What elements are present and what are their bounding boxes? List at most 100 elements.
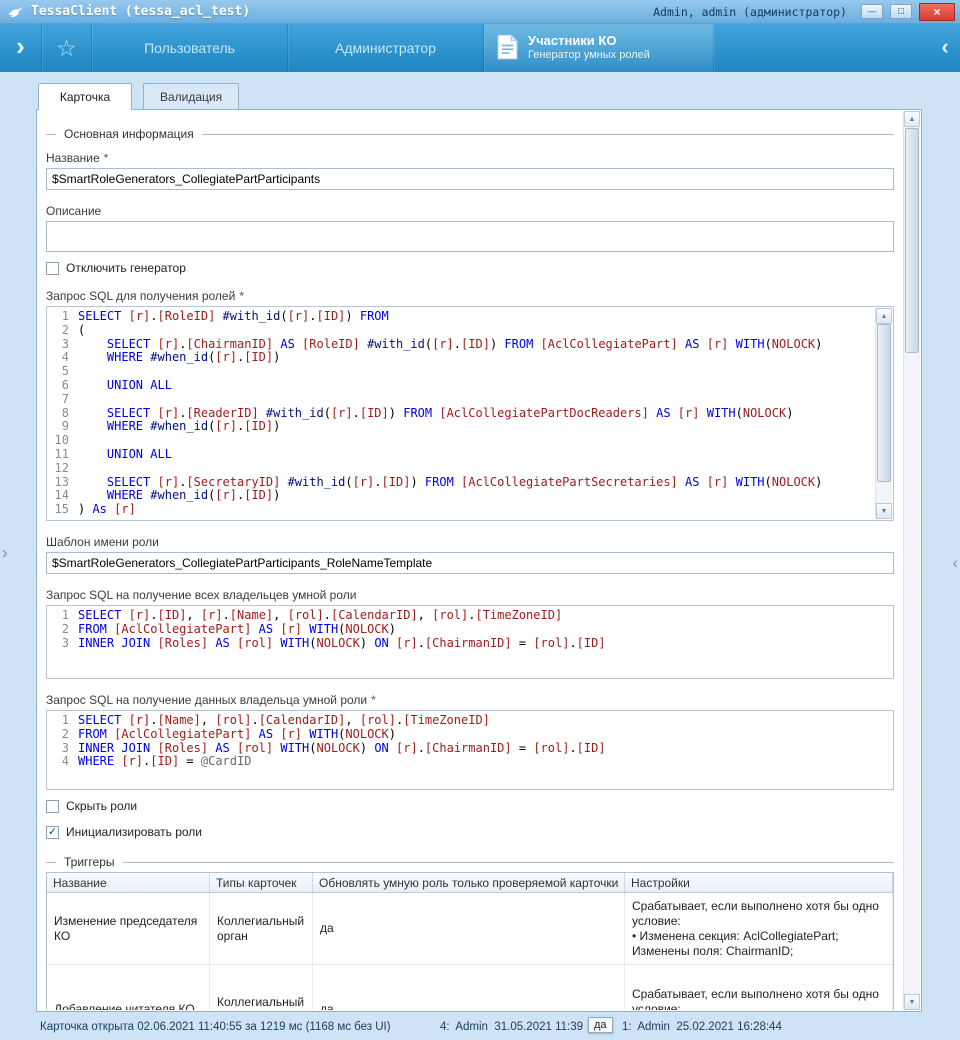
sql-code-line: 3INNER JOIN [Roles] AS [rol] WITH(NOLOCK… [50,742,891,756]
group-triggers: Триггеры [46,855,894,869]
sql-code-line: 1SELECT [r].[Name], [rol].[CalendarID], … [50,714,891,728]
sql-code-line: 7 [50,393,891,407]
name-field[interactable] [46,168,894,190]
sql-code-line: 9 WHERE #when_id([r].[ID]) [50,420,891,434]
statusbar: Карточка открыта 02.06.2021 11:40:55 за … [0,1014,960,1040]
document-icon [497,34,518,63]
disable-generator-checkbox[interactable]: ✓ [46,262,59,275]
sql-code-line: 4 WHERE #when_id([r].[ID]) [50,351,891,365]
nav-tab-participants[interactable]: Участники КО Генератор умных ролей [484,24,714,72]
tab-validation[interactable]: Валидация [143,83,239,109]
sql-roles-label: Запрос SQL для получения ролей* [46,289,894,303]
sql-code-line: 3INNER JOIN [Roles] AS [rol] WITH(NOLOCK… [50,637,891,651]
trigger-cell-settings: Срабатывает, если выполнено хотя бы одно… [625,893,893,964]
status-card-opened: Карточка открыта 02.06.2021 11:40:55 за … [40,1021,391,1033]
group-line [202,134,894,135]
sql-code-line: 12 [50,462,891,476]
scroll-down-icon[interactable]: ▼ [904,994,920,1010]
triggers-table: НазваниеТипы карточекОбновлять умную рол… [46,872,894,1010]
app-window: TessaClient (tessa_acl_test) Admin, admi… [0,0,960,1040]
sql-code-line: 1SELECT [r].[RoleID] #with_id([r].[ID]) … [50,310,891,324]
active-tab-subtitle: Генератор умных ролей [528,49,650,63]
sql-code-line: 15) As [r] [50,503,891,517]
description-field[interactable] [46,221,894,252]
scroll-up-icon[interactable]: ▲ [904,111,920,127]
main-nav: › ☆ Пользователь Администратор Участники… [0,24,960,72]
tab-card[interactable]: Карточка [38,83,132,110]
sql-code-line: 11 UNION ALL [50,448,891,462]
scroll-thumb[interactable] [877,324,891,482]
triggers-column-header[interactable]: Обновлять умную роль только проверяемой … [313,873,625,892]
sql-code-line: 5 [50,365,891,379]
description-label: Описание [46,204,894,218]
trigger-cell-name: Изменение председателя КО [47,893,210,964]
sql-owner-data-editor[interactable]: 1SELECT [r].[Name], [rol].[CalendarID], … [46,710,894,790]
status-version-first: 1: Admin 25.02.2021 16:28:44 [622,1021,782,1033]
left-panel-handle[interactable]: › [2,544,8,561]
scroll-down-icon[interactable]: ▼ [876,503,892,519]
minimize-button[interactable]: — [861,4,883,19]
sql-code-line: 1SELECT [r].[ID], [r].[Name], [rol].[Cal… [50,609,891,623]
sql-code-line: 14 WHERE #when_id([r].[ID]) [50,489,891,503]
document-tabs: Карточка Валидация [38,83,239,109]
trigger-row[interactable]: Изменение председателя КОКоллегиальный о… [47,893,893,965]
nav-tab-user[interactable]: Пользователь [92,24,288,72]
triggers-column-header[interactable]: Настройки [625,873,893,892]
trigger-cell-card-types: Коллегиальный орган [210,893,313,964]
group-main-info-label: Основная информация [64,127,194,141]
nav-tab-admin[interactable]: Администратор [288,24,484,72]
main-scrollbar[interactable]: ▲ ▼ [903,111,920,1010]
trigger-cell-name: Добавление читателя КО [47,965,210,1010]
init-roles-checkbox[interactable]: ✓ [46,826,59,839]
trigger-cell-card-types: Коллегиальный орган [210,965,313,1010]
right-panel-handle[interactable]: ‹ [952,554,958,571]
group-main-info: Основная информация [46,127,894,141]
triggers-table-body: Изменение председателя КОКоллегиальный о… [47,893,893,1010]
required-mark: * [239,289,244,303]
trigger-cell-settings: Срабатывает, если выполнено хотя бы одно… [625,965,893,1010]
sql-code-line: 8 SELECT [r].[ReaderID] #with_id([r].[ID… [50,407,891,421]
sql-code-line: 4WHERE [r].[ID] = @CardID [50,755,891,769]
group-line [46,134,56,135]
role-name-template-label: Шаблон имени роли [46,535,894,549]
sql-code-line: 10 [50,434,891,448]
sql-all-owners-label: Запрос SQL на получение всех владельцев … [46,588,894,602]
sql-all-owners-editor[interactable]: 1SELECT [r].[ID], [r].[Name], [rol].[Cal… [46,605,894,679]
scroll-up-icon[interactable]: ▲ [876,308,892,324]
titlebar: TessaClient (tessa_acl_test) Admin, admi… [0,0,960,24]
sql-code-line: 6 UNION ALL [50,379,891,393]
trigger-cell-update-only: да [313,893,625,964]
active-tab-title: Участники КО [528,33,650,49]
sql-code-line: 13 SELECT [r].[SecretaryID] #with_id([r]… [50,476,891,490]
content-area: › ‹ Карточка Валидация Основная информац… [0,72,960,1014]
group-line [46,862,56,863]
triggers-table-header: НазваниеТипы карточекОбновлять умную рол… [47,873,893,893]
app-logo-icon [8,5,24,19]
hide-roles-checkbox[interactable]: ✓ [46,800,59,813]
close-button[interactable]: × [919,3,955,21]
trigger-row[interactable]: Добавление читателя КОКоллегиальный орга… [47,965,893,1010]
sql-roles-editor[interactable]: 1SELECT [r].[RoleID] #with_id([r].[ID]) … [46,306,894,521]
init-roles-row[interactable]: ✓ Инициализировать роли [46,825,894,839]
disable-generator-row[interactable]: ✓ Отключить генератор [46,261,894,275]
nav-tab-admin-label: Администратор [335,40,436,56]
triggers-column-header[interactable]: Название [47,873,210,892]
triggers-column-header[interactable]: Типы карточек [210,873,313,892]
role-name-template-field[interactable] [46,552,894,574]
required-mark: * [104,151,109,165]
init-roles-label: Инициализировать роли [66,825,202,839]
sql-code-line: 2FROM [AclCollegiatePart] AS [r] WITH(NO… [50,623,891,637]
disable-generator-label: Отключить генератор [66,261,186,275]
maximize-button[interactable]: □ [890,4,912,19]
hide-roles-row[interactable]: ✓ Скрыть роли [46,799,894,813]
scroll-thumb[interactable] [905,128,919,353]
sql-roles-scrollbar[interactable]: ▲ ▼ [875,308,892,519]
nav-collapse-right-button[interactable]: ‹ [930,24,960,72]
name-label: Название* [46,151,894,165]
status-version-latest: 4: Admin 31.05.2021 11:39 [440,1021,583,1033]
group-triggers-label: Триггеры [64,855,115,869]
sql-code-line: 3 SELECT [r].[ChairmanID] AS [RoleID] #w… [50,338,891,352]
sql-owner-data-label: Запрос SQL на получение данных владельца… [46,693,894,707]
nav-back-button[interactable]: › [0,24,42,72]
favorites-star-icon[interactable]: ☆ [42,24,92,72]
